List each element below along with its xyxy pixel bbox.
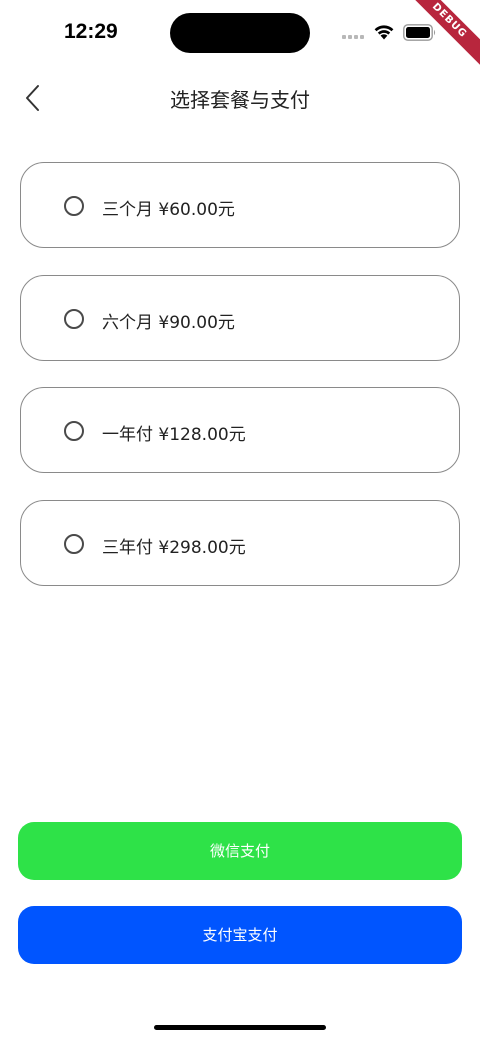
radio-unchecked-icon[interactable] xyxy=(64,533,84,554)
status-bar: 12:29 DEBUG xyxy=(0,0,480,74)
plan-option-3-years[interactable]: 三年付 ¥298.00元 xyxy=(20,499,460,586)
plan-option-3-months[interactable]: 三个月 ¥60.00元 xyxy=(20,162,460,248)
radio-unchecked-icon[interactable] xyxy=(64,308,84,329)
home-indicator xyxy=(154,1025,326,1030)
plan-label: 三年付 ¥298.00元 xyxy=(102,537,246,558)
plan-label: 一年付 ¥128.00元 xyxy=(102,425,246,445)
wifi-icon xyxy=(374,25,394,40)
wechat-pay-button[interactable]: 微信支付 xyxy=(18,822,462,880)
battery-icon xyxy=(403,24,436,41)
plan-list: 三个月 ¥60.00元 六个月 ¥90.00元 一年付 ¥128.00元 三年付… xyxy=(20,162,460,612)
dynamic-island xyxy=(170,13,310,53)
cellular-signal-icon xyxy=(342,35,366,39)
radio-unchecked-icon[interactable] xyxy=(64,421,84,441)
plan-option-1-year[interactable]: 一年付 ¥128.00元 xyxy=(20,387,460,473)
plan-option-6-months[interactable]: 六个月 ¥90.00元 xyxy=(20,274,460,361)
status-time: 12:29 xyxy=(64,20,118,43)
alipay-button[interactable]: 支付宝支付 xyxy=(18,906,462,964)
page-title: 选择套餐与支付 xyxy=(170,88,310,112)
plan-label: 三个月 ¥60.00元 xyxy=(102,200,235,220)
plan-label: 六个月 ¥90.00元 xyxy=(102,312,235,333)
radio-unchecked-icon[interactable] xyxy=(64,196,84,216)
